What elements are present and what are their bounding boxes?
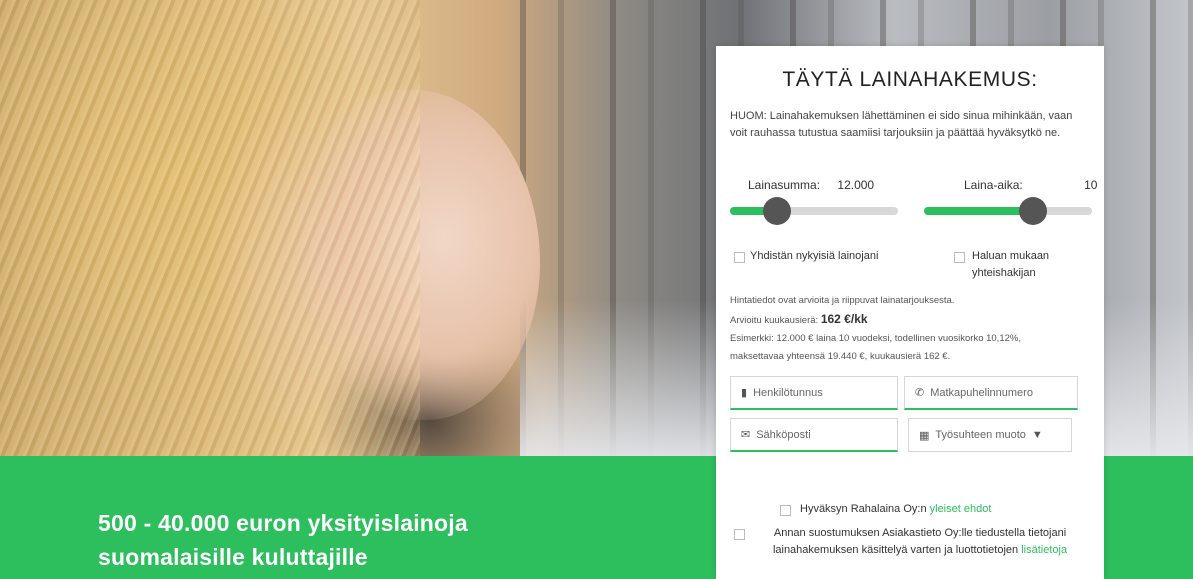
terms-link[interactable]: yleiset ehdot [930,503,992,515]
amount-value: 12.000 [837,178,875,192]
term-value: 10 [1084,178,1098,192]
term-slider-handle[interactable] [1019,197,1048,225]
info-line-2: Arvioitu kuukausierä: 162 €/kk [730,310,1096,330]
info-line-4: maksettavaa yhteensä 19.440 €, kuukausie… [730,351,951,362]
hero-tagline: 500 - 40.000 euron yksityislainoja suoma… [98,506,468,574]
ssn-field[interactable]: ▮ Henkilötunnus [730,376,898,410]
term-slider[interactable] [924,197,1092,225]
terms-consent: Hyväksyn Rahalaina Oy:n yleiset ehdot [800,501,1090,518]
phone-icon: ✆ [915,387,925,399]
email-field[interactable]: ✉ Sähköposti [730,418,898,452]
combine-loans-checkbox[interactable] [734,252,745,263]
info-line-1: Hintatiedot ovat arvioita ja riippuvat l… [730,295,955,306]
credit-check-checkbox[interactable] [734,529,745,540]
credit-check-consent: Annan suostumuksen Asiakastieto Oy:lle t… [750,525,1090,559]
employment-placeholder: Työsuhteen muoto [935,429,1026,441]
briefcase-icon: ▦ [919,429,930,442]
loan-info: Hintatiedot ovat arvioita ja riippuvat l… [730,292,1096,366]
co-applicant-checkbox[interactable] [954,252,965,263]
employment-select[interactable]: ▦ Työsuhteen muoto ▼ [908,418,1072,452]
tagline-line-2: suomalaisille kuluttajille [98,544,368,570]
loan-application-card: TÄYTÄ LAINAHAKEMUS: HUOM: Lainahakemukse… [716,46,1104,579]
term-slider-label: Laina-aika: 10 [964,178,1097,192]
terms-text: Hyväksyn Rahalaina Oy:n [800,503,927,515]
woman-hair [0,0,420,456]
term-label-text: Laina-aika: [964,178,1023,192]
form-title: TÄYTÄ LAINAHAKEMUS: [782,68,1038,91]
co-applicant-label: Haluan mukaan yhteishakijan [972,250,1050,279]
amount-slider[interactable] [730,197,898,225]
credit-check-link[interactable]: lisätietoja [1021,544,1067,556]
phone-placeholder: Matkapuhelinnumero [930,386,1033,399]
term-slider-fill [924,207,1034,215]
phone-field[interactable]: ✆ Matkapuhelinnumero [904,376,1078,410]
amount-slider-label: Lainasumma: 12.000 [748,178,874,192]
form-note: HUOM: Lainahakemuksen lähettäminen ei si… [730,110,1073,139]
combine-loans-label: Yhdistän nykyisiä lainojani [750,250,879,262]
ssn-placeholder: Henkilötunnus [753,386,823,399]
envelope-icon: ✉ [741,429,751,441]
email-placeholder: Sähköposti [756,428,811,441]
amount-slider-handle[interactable] [763,197,792,225]
id-card-icon: ▮ [741,387,748,399]
tagline-line-1: 500 - 40.000 euron yksityislainoja [98,510,468,536]
amount-label-text: Lainasumma: [748,178,821,192]
info-monthly-prefix: Arvioitu kuukausierä: [730,315,819,326]
caret-down-icon: ▼ [1031,429,1043,441]
terms-checkbox[interactable] [780,505,791,516]
info-line-3: Esimerkki: 12.000 € laina 10 vuodeksi, t… [730,333,1021,344]
info-monthly-value: 162 €/kk [820,312,868,326]
